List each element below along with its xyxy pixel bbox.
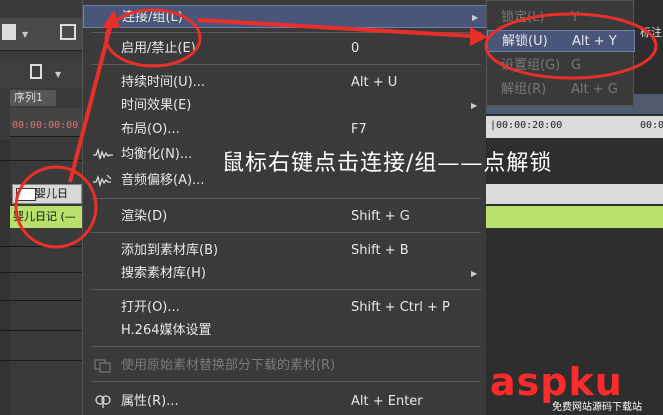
submenu-item-lock: 锁定(L) Y xyxy=(487,7,635,29)
menu-separator xyxy=(91,32,481,33)
timecode-left: 00:00:00:00 xyxy=(12,120,79,131)
timecode-tick: 00:00:25 xyxy=(640,120,663,131)
submenu-item-label: 解组(R) xyxy=(501,82,547,97)
submenu-item-label: 解锁(U) xyxy=(502,34,548,49)
submenu-arrow-icon: ▶ xyxy=(471,101,478,110)
track-divider xyxy=(0,246,82,247)
menu-item-label: 音频偏移(A)... xyxy=(121,173,205,188)
menu-item-shortcut: Alt + U xyxy=(351,75,398,90)
menu-item-h264-settings[interactable]: H.264媒体设置 xyxy=(83,319,487,342)
track-divider xyxy=(0,360,82,361)
audio-clip[interactable]: 婴儿日记 (— xyxy=(10,206,82,228)
menu-item-time-effect[interactable]: 时间效果(E) ▶ xyxy=(83,94,487,117)
submenu-arrow-icon: ▶ xyxy=(471,269,478,278)
menu-item-properties[interactable]: 属性(R)... Alt + Enter xyxy=(83,390,487,413)
track-divider xyxy=(0,272,82,273)
menu-item-label: 持续时间(U)... xyxy=(121,75,206,90)
track-headers xyxy=(0,140,10,415)
tool-icon[interactable] xyxy=(2,24,16,40)
track-divider xyxy=(0,300,82,301)
menu-item-label: H.264媒体设置 xyxy=(121,323,212,338)
watermark-subtitle: 免费网站源码下载站 xyxy=(552,402,642,413)
menu-item-link-group[interactable]: 连接/组(L) ▶ xyxy=(83,5,487,28)
menu-separator xyxy=(91,64,481,65)
menu-item-label: 渲染(D) xyxy=(121,209,168,224)
track-divider xyxy=(0,160,82,161)
square-icon[interactable] xyxy=(60,24,76,40)
track-divider xyxy=(0,330,82,331)
chevron-down-icon[interactable]: ▼ xyxy=(22,30,28,39)
menu-item-label: 启用/禁止(E) xyxy=(121,41,196,56)
video-clip-right[interactable] xyxy=(486,184,663,204)
submenu-item-ungroup: 解组(R) Alt + G xyxy=(487,79,635,101)
menu-separator xyxy=(91,289,481,290)
menu-item-replace-partial: 使用原始素材替换部分下载的素材(R) xyxy=(83,354,487,377)
menu-item-shortcut: Shift + G xyxy=(351,209,410,224)
menu-item-search-library[interactable]: 搜索素材库(H) ▶ xyxy=(83,262,487,285)
corner-label: 标注 xyxy=(640,26,662,39)
menu-item-add-to-library[interactable]: 添加到素材库(B) Shift + B xyxy=(83,239,487,262)
new-file-icon[interactable] xyxy=(30,64,42,79)
editor-toolbar: ▼ xyxy=(0,18,82,51)
menu-item-render[interactable]: 渲染(D) Shift + G xyxy=(83,205,487,228)
menu-separator xyxy=(91,198,481,199)
submenu-item-shortcut: Alt + Y xyxy=(572,34,617,49)
menu-item-duration[interactable]: 持续时间(U)... Alt + U xyxy=(83,71,487,94)
menu-item-shortcut: Shift + Ctrl + P xyxy=(351,300,450,315)
menu-item-label: 连接/组(L) xyxy=(122,10,183,25)
link-group-submenu: 锁定(L) Y 解锁(U) Alt + Y 设置组(G) G 解组(R) Alt… xyxy=(486,0,635,106)
submenu-item-set-group: 设置组(G) G xyxy=(487,55,635,77)
submenu-item-shortcut: Y xyxy=(571,10,579,25)
menu-item-label: 使用原始素材替换部分下载的素材(R) xyxy=(121,358,336,373)
menu-item-label: 打开(O)... xyxy=(121,300,180,315)
timeline-toolbar: ▼ xyxy=(0,60,82,88)
menu-separator xyxy=(91,232,481,233)
annotation-caption: 鼠标右键点击连接/组——点解锁 xyxy=(222,151,553,176)
submenu-arrow-icon: ▶ xyxy=(472,13,479,22)
menu-item-label: 属性(R)... xyxy=(121,394,179,409)
menu-item-label: 均衡化(N)... xyxy=(121,147,193,162)
menu-item-enable-disable[interactable]: 启用/禁止(E) 0 xyxy=(83,37,487,60)
chevron-down-icon[interactable]: ▼ xyxy=(55,70,61,79)
submenu-item-unlock[interactable]: 解锁(U) Alt + Y xyxy=(487,30,635,52)
waveform-icon xyxy=(93,147,113,160)
timecode-tick: |00:00:20:00 xyxy=(490,120,563,131)
menu-item-open[interactable]: 打开(O)... Shift + Ctrl + P xyxy=(83,296,487,319)
menu-item-shortcut: Shift + B xyxy=(351,243,409,258)
menu-item-layout[interactable]: 布局(O)... F7 xyxy=(83,118,487,141)
menu-item-label: 时间效果(E) xyxy=(121,98,192,113)
menu-item-shortcut: 0 xyxy=(351,41,360,56)
submenu-item-shortcut: G xyxy=(571,58,582,73)
sequence-tab[interactable]: 序列1 xyxy=(10,90,56,106)
clip-thumbnail-icon xyxy=(16,188,36,201)
menu-item-label: 添加到素材库(B) xyxy=(121,243,219,258)
menu-separator xyxy=(91,381,481,382)
audio-offset-icon xyxy=(93,174,112,188)
submenu-item-label: 设置组(G) xyxy=(501,58,561,73)
menu-item-shortcut: F7 xyxy=(351,122,367,137)
replace-icon xyxy=(94,359,111,373)
menu-item-label: 布局(O)... xyxy=(121,122,180,137)
audio-clip-right[interactable] xyxy=(486,206,663,228)
context-menu: 连接/组(L) ▶ 启用/禁止(E) 0 持续时间(U)... Alt + U … xyxy=(82,0,487,415)
menu-separator xyxy=(91,346,481,347)
submenu-item-shortcut: Alt + G xyxy=(571,82,618,97)
properties-icon xyxy=(95,395,111,408)
submenu-item-label: 锁定(L) xyxy=(501,10,545,25)
menu-item-label: 搜索素材库(H) xyxy=(121,266,206,281)
menu-item-shortcut: Alt + Enter xyxy=(351,394,423,409)
